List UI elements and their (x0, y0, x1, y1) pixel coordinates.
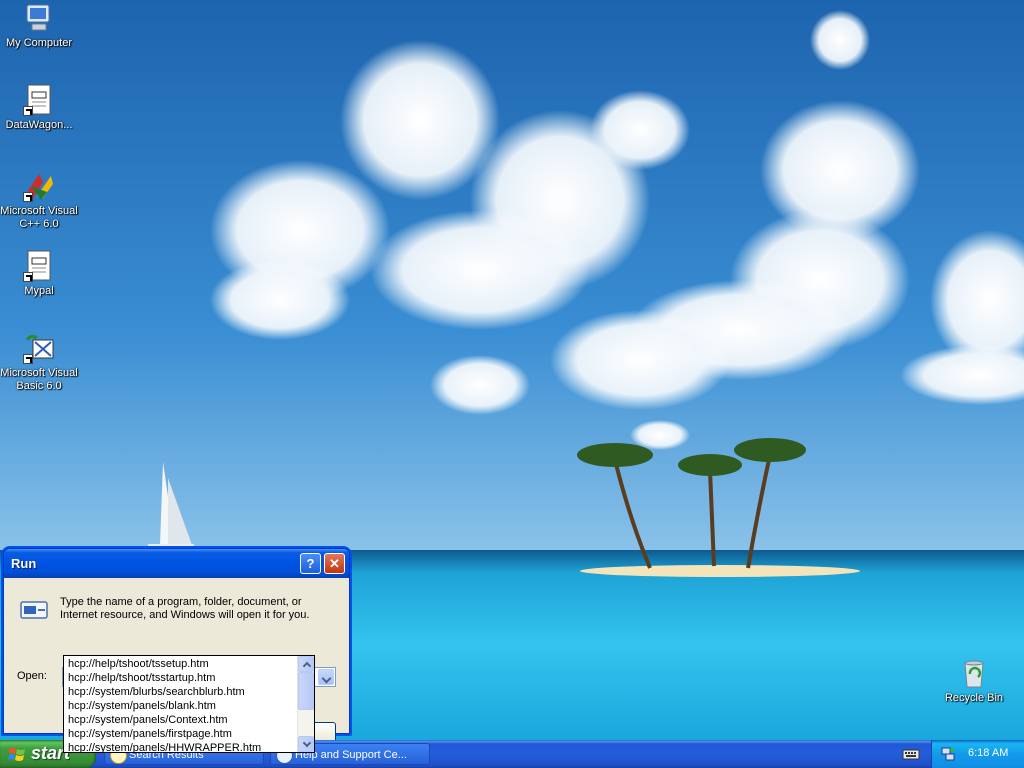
desktop-icon-visual-cpp[interactable]: Microsoft Visual C++ 6.0 (0, 170, 78, 231)
document-shortcut-icon (23, 84, 55, 116)
autocomplete-scrollbar[interactable] (297, 656, 314, 752)
open-label: Open: (17, 670, 47, 682)
autocomplete-item[interactable]: hcp://help/tshoot/tssetup.htm (64, 657, 298, 671)
autocomplete-item[interactable]: hcp://system/panels/blank.htm (64, 699, 298, 713)
desktop-icon-visual-basic[interactable]: Microsoft Visual Basic 6.0 (0, 332, 78, 393)
scroll-down-icon[interactable] (298, 736, 314, 752)
dialog-titlebar[interactable]: Run ? ✕ (4, 549, 349, 578)
dialog-title: Run (11, 556, 37, 571)
chevron-down-icon[interactable] (318, 669, 334, 685)
help-button[interactable]: ? (300, 553, 321, 574)
keyboard-icon[interactable] (902, 746, 920, 762)
autocomplete-item[interactable]: hcp://system/panels/Context.htm (64, 713, 298, 727)
dialog-description: Type the name of a program, folder, docu… (60, 596, 310, 621)
run-program-icon (18, 598, 50, 622)
document-shortcut-icon (23, 250, 55, 282)
visual-basic-icon (23, 332, 55, 364)
my-computer-icon (23, 2, 55, 34)
network-icon[interactable] (940, 746, 956, 762)
autocomplete-list: hcp://help/tshoot/tssetup.htm hcp://help… (64, 657, 298, 752)
scroll-up-icon[interactable] (298, 656, 314, 672)
desktop-icon-label: Mypal (24, 285, 54, 297)
autocomplete-item[interactable]: hcp://system/panels/HHWRAPPER.htm (64, 741, 298, 752)
desktop-icon-label: Microsoft Visual Basic 6.0 (0, 367, 78, 392)
autocomplete-dropdown: hcp://help/tshoot/tssetup.htm hcp://help… (63, 655, 315, 753)
desktop-icon-label: DataWagon... (5, 119, 73, 131)
desktop-icon-mypal[interactable]: Mypal (0, 250, 78, 298)
autocomplete-item[interactable]: hcp://system/panels/firstpage.htm (64, 727, 298, 741)
desktop-icon-label: Recycle Bin (944, 692, 1004, 704)
desktop-icon-recycle-bin[interactable]: Recycle Bin (938, 657, 1010, 705)
autocomplete-item[interactable]: hcp://system/blurbs/searchblurb.htm (64, 685, 298, 699)
recycle-bin-icon (958, 657, 990, 689)
desktop-icon-my-computer[interactable]: My Computer (0, 2, 78, 50)
desktop-icon-label: My Computer (5, 37, 73, 49)
close-button[interactable]: ✕ (324, 553, 345, 574)
desktop-icon-label: Microsoft Visual C++ 6.0 (0, 205, 78, 230)
windows-flag-icon (8, 746, 26, 762)
scrollbar-thumb[interactable] (298, 672, 314, 710)
autocomplete-item[interactable]: hcp://help/tshoot/tsstartup.htm (64, 671, 298, 685)
desktop-icon-datawagon[interactable]: DataWagon... (0, 84, 78, 132)
system-tray: 6:18 AM (931, 740, 1024, 768)
visual-cpp-icon (23, 170, 55, 202)
clock[interactable]: 6:18 AM (968, 747, 1008, 759)
